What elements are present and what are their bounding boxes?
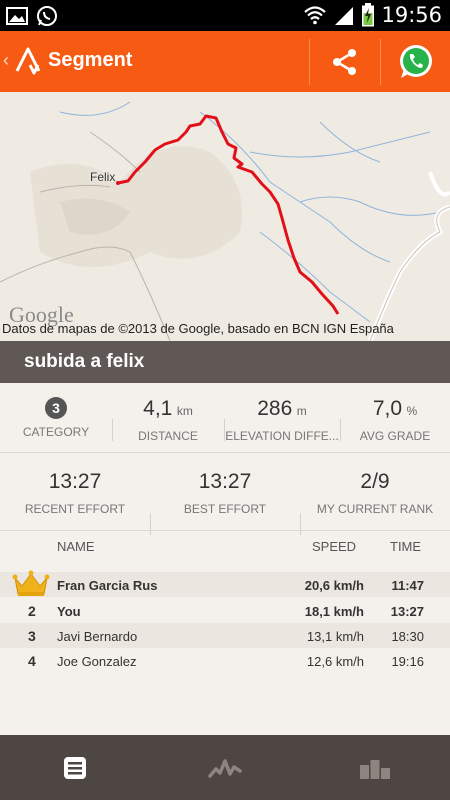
activity-icon [208,758,242,778]
crown-icon [12,570,50,596]
whatsapp-button[interactable] [381,31,450,92]
stat-label: AVG GRADE [359,429,431,443]
whatsapp-icon [399,44,432,78]
leaderboard-icon [360,759,390,779]
page-title: Segment [48,49,133,71]
nav-tab-activity[interactable] [150,735,300,800]
strava-logo-icon[interactable] [14,45,46,77]
leaderboard-row[interactable]: Fran Garcia Rus 20,6 km/h 11:47 [0,570,450,597]
bottom-nav [0,735,450,800]
row-rank: 3 [28,628,36,644]
gallery-icon [6,7,28,25]
segment-map[interactable]: Felix Google Datos de mapas de ©2013 de … [0,92,450,341]
header-name: NAME [57,539,95,554]
row-time: 11:47 [391,578,424,593]
row-speed: 13,1 km/h [306,629,364,644]
status-time: 19:56 [381,3,442,27]
stat-unit: km [176,404,193,418]
stat-elevation: 286 m ELEVATION DIFFE... [224,397,340,443]
stats-row-efforts: 13:27 RECENT EFFORT 13:27 BEST EFFORT 2/… [0,453,450,535]
row-name: Fran Garcia Rus [57,578,158,593]
signal-icon [335,7,354,25]
stat-distance: 4,1 km DISTANCE [112,397,224,443]
nav-tab-leaderboard[interactable] [300,735,450,800]
stat-current-rank: 2/9 MY CURRENT RANK [300,470,450,516]
stats-row-primary: 3 CATEGORY 4,1 km DISTANCE 286 m ELEVATI… [0,383,450,453]
chevron-left-icon[interactable]: ‹ [3,50,9,71]
row-rank: 2 [28,603,36,619]
share-icon [333,48,356,75]
row-speed: 20,6 km/h [304,578,364,593]
stat-label: CATEGORY [22,425,90,439]
leaderboard-row[interactable]: 4 Joe Gonzalez 12,6 km/h 19:16 [0,648,450,673]
nav-tab-details[interactable] [0,735,150,800]
header-speed: SPEED [312,539,357,554]
segment-title: subida a felix [24,351,145,372]
stat-label: RECENT EFFORT [24,502,126,516]
row-speed: 18,1 km/h [304,604,364,619]
leaderboard-row[interactable]: 3 Javi Bernardo 13,1 km/h 18:30 [0,623,450,648]
stat-recent-effort: 13:27 RECENT EFFORT [0,470,150,516]
document-icon [64,756,86,779]
category-badge: 3 [45,397,67,419]
stat-value: 286 [257,397,293,420]
stat-value: 2/9 [360,470,390,493]
share-button[interactable] [310,31,380,92]
row-name: Javi Bernardo [57,629,138,644]
stat-value: 13:27 [48,470,102,493]
stat-label: ELEVATION DIFFE... [225,429,339,443]
row-speed: 12,6 km/h [306,654,364,669]
battery-charging-icon [362,3,375,27]
map-attribution: Datos de mapas de ©2013 de Google, basad… [2,321,394,336]
row-time: 19:16 [391,654,424,669]
stat-value: 13:27 [198,470,252,493]
stat-label: MY CURRENT RANK [316,502,434,516]
stat-avg-grade: 7,0 % AVG GRADE [340,397,450,443]
wifi-icon [304,6,327,25]
row-rank: 4 [28,653,36,669]
stat-value: 4,1 [143,397,173,420]
leaderboard-header: NAME SPEED TIME [0,531,450,559]
action-bar: ‹ Segment [0,31,450,92]
stat-value: 7,0 [372,397,403,420]
row-time: 13:27 [390,604,424,619]
segment-title-bar: subida a felix [0,341,450,383]
stat-label: BEST EFFORT [183,502,267,516]
stat-label: DISTANCE [138,429,198,443]
stat-best-effort: 13:27 BEST EFFORT [150,470,300,516]
status-bar: 19:56 [0,0,450,31]
row-time: 18:30 [391,629,424,644]
row-name: Joe Gonzalez [57,654,137,669]
leaderboard-row[interactable]: 2 You 18,1 km/h 13:27 [0,598,450,623]
row-name: You [57,604,81,619]
stat-unit: m [296,404,307,418]
header-time: TIME [390,539,422,554]
whatsapp-notification-icon [37,6,57,26]
map-town-label: Felix [90,170,116,184]
stat-unit: % [406,404,418,418]
stat-category: 3 CATEGORY [0,397,112,439]
